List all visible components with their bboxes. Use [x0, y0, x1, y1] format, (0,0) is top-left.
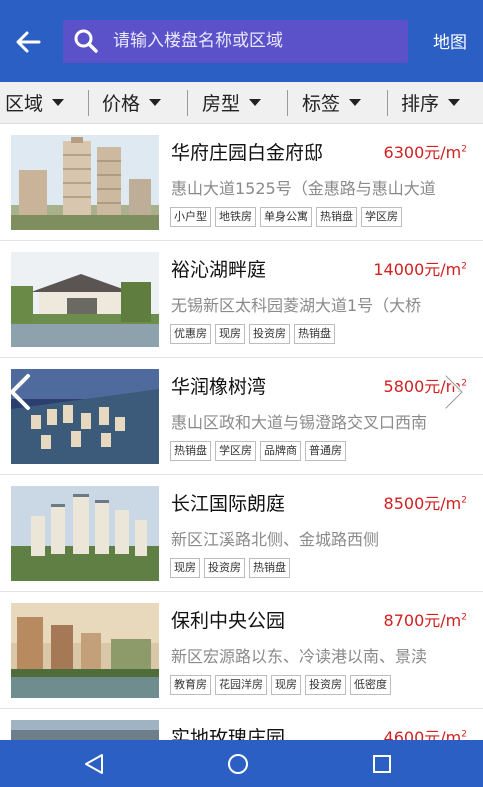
- property-price: 4600元/m2: [384, 724, 467, 740]
- property-price: 8500元/m2: [384, 490, 467, 514]
- list-item[interactable]: 华府庄园白金府邸 6300元/m2 惠山大道1525号（金惠路与惠山大道 小户型…: [0, 124, 483, 241]
- tag: 普通房: [305, 441, 346, 461]
- tag: 现房: [215, 324, 245, 344]
- list-item[interactable]: 裕沁湖畔庭 14000元/m2 无锡新区太科园菱湖大道1号（大桥 优惠房 现房 …: [0, 241, 483, 358]
- tag: 品牌商: [260, 441, 301, 461]
- chevron-right-icon: [444, 374, 464, 410]
- tag-list: 现房 投资房 热销盘: [170, 558, 290, 578]
- property-price: 8700元/m2: [384, 607, 467, 631]
- property-price: 14000元/m2: [373, 256, 467, 280]
- property-title: 实地玫瑰庄园: [171, 727, 286, 740]
- tag-list: 优惠房 现房 投资房 热销盘: [170, 324, 335, 344]
- filter-label: 房型: [202, 93, 241, 115]
- property-image: [11, 252, 159, 347]
- tag: 投资房: [204, 558, 245, 578]
- filter-bar: 区域 价格 房型 标签 排序: [0, 82, 483, 124]
- price-unit: m2: [445, 494, 467, 513]
- tag: 优惠房: [170, 324, 211, 344]
- price-unit: m2: [445, 260, 467, 279]
- nav-recents-button[interactable]: [366, 748, 398, 780]
- search-placeholder: 请输入楼盘名称或区域: [113, 31, 283, 51]
- list-item[interactable]: 实地玫瑰庄园 4600元/m2: [0, 709, 483, 740]
- tag-list: 小户型 地铁房 单身公寓 热销盘 学区房: [170, 207, 402, 227]
- tag: 花园洋房: [215, 675, 267, 695]
- tag: 热销盘: [249, 558, 290, 578]
- tag: 小户型: [170, 207, 211, 227]
- tag: 热销盘: [294, 324, 335, 344]
- tag: 教育房: [170, 675, 211, 695]
- tag-list: 教育房 花园洋房 现房 投资房 低密度: [170, 675, 391, 695]
- price-unit: m2: [445, 611, 467, 630]
- caret-down-icon: [149, 99, 162, 106]
- property-image: [11, 603, 159, 698]
- property-image: [11, 135, 159, 230]
- property-address: 惠山大道1525号（金惠路与惠山大道: [171, 179, 436, 198]
- price-value: 8500元/: [383, 494, 446, 513]
- filter-price[interactable]: 价格: [89, 82, 187, 124]
- property-address: 新区宏源路以东、冷读港以南、景渎: [171, 647, 428, 666]
- price-value: 4600元/: [383, 728, 446, 740]
- property-image: [11, 720, 159, 740]
- property-title: 华府庄园白金府邸: [171, 142, 324, 164]
- price-value: 5800元/: [383, 377, 446, 396]
- price-unit: m2: [445, 143, 467, 162]
- tag: 现房: [170, 558, 200, 578]
- carousel-next-button[interactable]: [440, 372, 470, 412]
- search-icon: [74, 29, 98, 53]
- list-item[interactable]: 华润橡树湾 5800元/m2 惠山区政和大道与锡澄路交叉口西南 热销盘 学区房 …: [0, 358, 483, 475]
- tag: 热销盘: [316, 207, 357, 227]
- price-value: 14000元/: [373, 260, 446, 279]
- triangle-back-icon: [85, 754, 103, 774]
- property-image: [11, 486, 159, 581]
- caret-down-icon: [52, 99, 65, 106]
- property-title: 保利中央公园: [171, 610, 286, 632]
- caret-down-icon: [249, 99, 262, 106]
- back-button[interactable]: [8, 22, 48, 62]
- nav-home-button[interactable]: [222, 748, 254, 780]
- listing-list: 华府庄园白金府邸 6300元/m2 惠山大道1525号（金惠路与惠山大道 小户型…: [0, 124, 483, 740]
- tag: 地铁房: [215, 207, 256, 227]
- search-input[interactable]: 请输入楼盘名称或区域: [63, 20, 408, 63]
- tag: 低密度: [350, 675, 391, 695]
- system-nav-bar: [0, 740, 483, 787]
- filter-tag[interactable]: 标签: [288, 82, 387, 124]
- caret-down-icon: [349, 99, 362, 106]
- price-value: 6300元/: [383, 143, 446, 162]
- property-title: 华润橡树湾: [171, 376, 267, 398]
- map-button[interactable]: 地图: [433, 28, 467, 53]
- filter-label: 价格: [102, 93, 141, 115]
- property-address: 惠山区政和大道与锡澄路交叉口西南: [171, 413, 428, 432]
- price-value: 8700元/: [383, 611, 446, 630]
- top-app-bar: 请输入楼盘名称或区域 地图: [0, 0, 483, 82]
- arrow-left-icon: [16, 31, 41, 53]
- price-unit: m2: [445, 728, 467, 740]
- list-item[interactable]: 保利中央公园 8700元/m2 新区宏源路以东、冷读港以南、景渎 教育房 花园洋…: [0, 592, 483, 709]
- square-recents-icon: [373, 755, 391, 773]
- filter-room-type[interactable]: 房型: [188, 82, 287, 124]
- tag: 单身公寓: [260, 207, 312, 227]
- tag-list: 热销盘 学区房 品牌商 普通房: [170, 441, 346, 461]
- tag: 学区房: [361, 207, 402, 227]
- property-title: 长江国际朗庭: [171, 493, 286, 515]
- property-title: 裕沁湖畔庭: [171, 259, 267, 281]
- tag: 学区房: [215, 441, 256, 461]
- tag: 热销盘: [170, 441, 211, 461]
- property-address: 新区江溪路北侧、金城路西侧: [171, 530, 380, 549]
- nav-back-button[interactable]: [78, 748, 110, 780]
- filter-sort[interactable]: 排序: [388, 82, 482, 124]
- list-item[interactable]: 长江国际朗庭 8500元/m2 新区江溪路北侧、金城路西侧 现房 投资房 热销盘: [0, 475, 483, 592]
- tag: 投资房: [305, 675, 346, 695]
- caret-down-icon: [448, 99, 461, 106]
- chevron-left-icon: [10, 374, 30, 410]
- property-price: 6300元/m2: [384, 139, 467, 163]
- carousel-prev-button[interactable]: [4, 372, 34, 412]
- filter-label: 排序: [401, 93, 440, 115]
- filter-label: 区域: [5, 93, 44, 115]
- filter-area[interactable]: 区域: [0, 82, 88, 124]
- property-address: 无锡新区太科园菱湖大道1号（大桥: [171, 296, 422, 315]
- circle-home-icon: [228, 754, 248, 774]
- tag: 投资房: [249, 324, 290, 344]
- filter-label: 标签: [302, 93, 341, 115]
- tag: 现房: [271, 675, 301, 695]
